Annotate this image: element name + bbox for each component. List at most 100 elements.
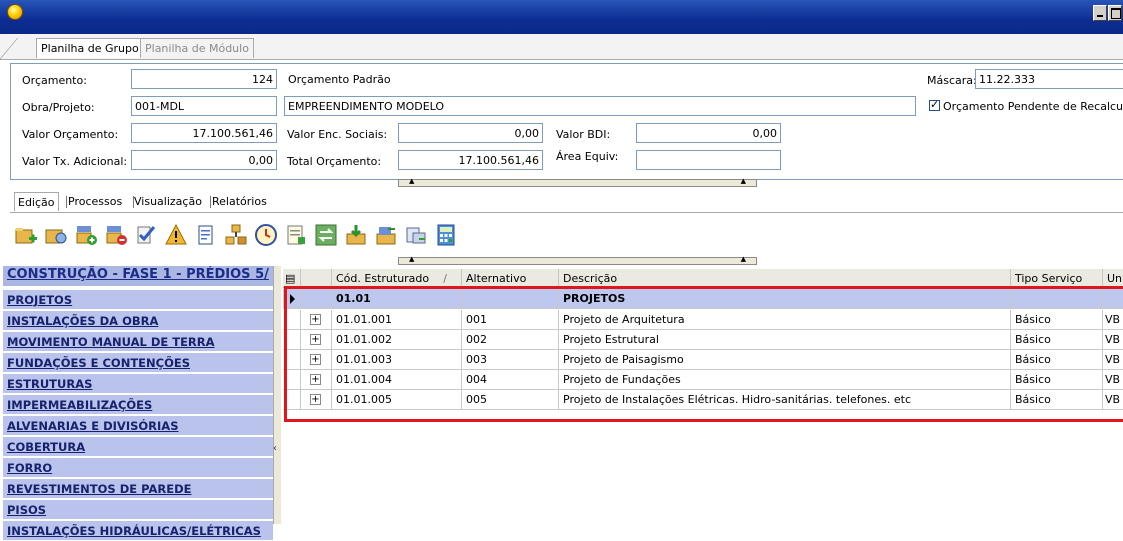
add-folder-icon[interactable] xyxy=(14,223,38,247)
grid-header-alternativo[interactable]: Alternativo xyxy=(462,269,559,288)
orcamento-number-field[interactable]: 124 xyxy=(131,69,277,89)
expand-plus-icon[interactable]: + xyxy=(310,314,321,325)
expand-plus-icon[interactable]: + xyxy=(310,334,321,345)
group-row-alt[interactable] xyxy=(462,289,559,309)
mascara-field[interactable]: 11.22.333 xyxy=(975,69,1123,89)
valor-tx-field[interactable]: 0,00 xyxy=(131,150,277,170)
cell-alt[interactable]: 005 xyxy=(462,390,559,410)
expander-cell[interactable]: + xyxy=(301,390,332,410)
tree-item-instalacoes-hidraulicas[interactable]: INSTALAÇÕES HIDRÁULICAS/ELÉTRICAS xyxy=(3,521,273,541)
grid-header-cod[interactable]: Cód. Estruturado / xyxy=(332,269,462,288)
cell-tipo[interactable]: Básico xyxy=(1011,350,1103,370)
total-field[interactable]: 17.100.561,46 xyxy=(398,150,543,170)
calculator-icon[interactable] xyxy=(434,223,458,247)
clock-icon[interactable] xyxy=(254,223,278,247)
tree-item-instalacoes-obra[interactable]: INSTALAÇÕES DA OBRA xyxy=(3,311,273,331)
delete-item-icon[interactable] xyxy=(104,223,128,247)
row-indicator[interactable] xyxy=(283,370,301,390)
tab-planilha-modulo[interactable]: Planilha de Módulo xyxy=(140,38,254,58)
cell-tipo[interactable]: Básico xyxy=(1011,390,1103,410)
tree-title[interactable]: CONSTRUÇÃO - FASE 1 - PRÉDIOS 5/ xyxy=(3,266,273,286)
cell-alt[interactable]: 003 xyxy=(462,350,559,370)
cell-desc[interactable]: Projeto de Arquitetura xyxy=(559,310,1011,330)
report-icon[interactable] xyxy=(284,223,308,247)
expander-cell[interactable]: + xyxy=(301,370,332,390)
minimize-button[interactable] xyxy=(1093,5,1107,21)
row-indicator[interactable] xyxy=(283,390,301,410)
cell-tipo[interactable]: Básico xyxy=(1011,310,1103,330)
cell-un[interactable]: VB xyxy=(1103,330,1123,350)
cell-code[interactable]: 01.01.001 xyxy=(332,310,462,330)
obra-code-field[interactable]: 001-MDL xyxy=(131,96,277,116)
cell-alt[interactable]: 002 xyxy=(462,330,559,350)
grid-header-un[interactable]: Un xyxy=(1103,269,1123,288)
cell-un[interactable]: VB xyxy=(1103,350,1123,370)
collapse-left-icon[interactable]: ‹ xyxy=(273,443,281,454)
group-row-tipo[interactable] xyxy=(1011,289,1103,309)
expander-cell[interactable]: + xyxy=(301,310,332,330)
tab-relatorios[interactable]: Relatórios xyxy=(209,192,270,211)
tree-item-pisos[interactable]: PISOS xyxy=(3,500,273,520)
orcamento-name-field[interactable]: Orçamento Padrão xyxy=(284,69,916,89)
cell-un[interactable]: VB xyxy=(1103,390,1123,410)
warning-icon[interactable] xyxy=(164,223,188,247)
tree-item-forro[interactable]: FORRO xyxy=(3,458,273,478)
cell-desc[interactable]: Projeto de Fundações xyxy=(559,370,1011,390)
cell-desc[interactable]: Projeto de Instalações Elétricas. Hidro-… xyxy=(559,390,1011,410)
grid-header-descricao[interactable]: Descrição xyxy=(559,269,1011,288)
valor-orcamento-field[interactable]: 17.100.561,46 xyxy=(131,123,277,143)
cell-tipo[interactable]: Básico xyxy=(1011,370,1103,390)
export-icon[interactable] xyxy=(374,223,398,247)
row-indicator[interactable] xyxy=(283,350,301,370)
tree-item-impermeabilizacoes[interactable]: IMPERMEABILIZAÇÕES xyxy=(3,395,273,415)
check-edit-icon[interactable] xyxy=(134,223,158,247)
cell-un[interactable]: VB xyxy=(1103,370,1123,390)
obra-name-field[interactable]: EMPREENDIMENTO MODELO xyxy=(284,96,916,116)
group-row-desc[interactable]: PROJETOS xyxy=(559,289,1011,309)
tab-edicao[interactable]: Edição xyxy=(14,192,59,211)
maximize-button[interactable] xyxy=(1108,5,1122,21)
tree-item-fundacoes[interactable]: FUNDAÇÕES E CONTENÇÕES xyxy=(3,353,273,373)
grid-column-chooser[interactable]: ▤ xyxy=(283,269,301,288)
hierarchy-icon[interactable] xyxy=(224,223,248,247)
tab-visualizacao[interactable]: Visualização xyxy=(131,192,205,211)
pendente-checkbox[interactable] xyxy=(929,98,940,111)
tree-item-revestimentos[interactable]: REVESTIMENTOS DE PAREDE xyxy=(3,479,273,499)
row-indicator[interactable] xyxy=(283,310,301,330)
tab-processos[interactable]: Processos xyxy=(65,192,125,211)
expand-plus-icon[interactable]: + xyxy=(310,354,321,365)
tree-splitter[interactable] xyxy=(273,266,281,524)
tree-item-alvenarias[interactable]: ALVENARIAS E DIVISÓRIAS xyxy=(3,416,273,436)
cell-code[interactable]: 01.01.004 xyxy=(332,370,462,390)
import-icon[interactable] xyxy=(344,223,368,247)
cell-alt[interactable]: 001 xyxy=(462,310,559,330)
expand-plus-icon[interactable]: + xyxy=(310,374,321,385)
cell-code[interactable]: 01.01.005 xyxy=(332,390,462,410)
tree-item-estruturas[interactable]: ESTRUTURAS xyxy=(3,374,273,394)
area-field[interactable] xyxy=(636,150,781,170)
group-row-un[interactable] xyxy=(1103,289,1123,309)
add-item-icon[interactable] xyxy=(74,223,98,247)
expander-cell[interactable]: + xyxy=(301,330,332,350)
cell-code[interactable]: 01.01.003 xyxy=(332,350,462,370)
tree-item-cobertura[interactable]: COBERTURA xyxy=(3,437,273,457)
cell-un[interactable]: VB xyxy=(1103,310,1123,330)
valor-bdi-field[interactable]: 0,00 xyxy=(636,123,781,143)
grid-splitter[interactable] xyxy=(398,255,757,265)
cell-tipo[interactable]: Básico xyxy=(1011,330,1103,350)
tree-item-movimento-terra[interactable]: MOVIMENTO MANUAL DE TERRA xyxy=(3,332,273,352)
group-row-cell[interactable] xyxy=(301,289,332,309)
header-splitter[interactable] xyxy=(398,177,757,187)
expander-cell[interactable]: + xyxy=(301,350,332,370)
cell-desc[interactable]: Projeto de Paisagismo xyxy=(559,350,1011,370)
cell-desc[interactable]: Projeto Estrutural xyxy=(559,330,1011,350)
grid-header-tipo[interactable]: Tipo Serviço xyxy=(1011,269,1103,288)
transfer-icon[interactable] xyxy=(314,223,338,247)
group-row-code[interactable]: 01.01 xyxy=(332,289,462,309)
row-indicator[interactable] xyxy=(283,330,301,350)
tab-planilha-grupo[interactable]: Planilha de Grupo xyxy=(36,38,144,58)
valor-enc-field[interactable]: 0,00 xyxy=(398,123,543,143)
edit-folder-icon[interactable] xyxy=(44,223,68,247)
document-search-icon[interactable] xyxy=(194,223,218,247)
cell-alt[interactable]: 004 xyxy=(462,370,559,390)
